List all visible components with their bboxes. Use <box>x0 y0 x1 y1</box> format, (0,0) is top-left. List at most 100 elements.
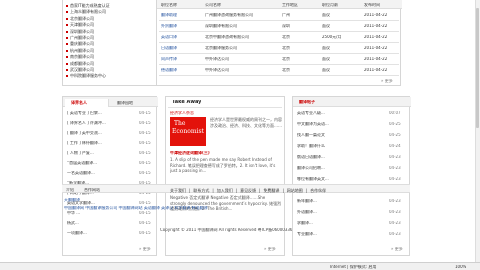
job-cell: 面议 <box>322 68 330 72</box>
list-item[interactable]: 一项翻译... <box>67 231 133 235</box>
list-item-date: 04-15 <box>139 151 151 155</box>
company-list-item[interactable]: 成都翻译公司 <box>66 61 156 66</box>
company-list-item[interactable]: 重庆翻译公司 <box>66 41 156 46</box>
zoom-level[interactable]: 100% <box>455 265 466 269</box>
list-item[interactable]: 杨武... <box>67 221 133 225</box>
company-name: 重庆翻译公司 <box>70 41 94 47</box>
job-cell[interactable]: 中外译达公司 <box>205 57 229 61</box>
table-row-divider <box>159 75 399 76</box>
col-header-position: 职位名称 <box>161 3 177 7</box>
footer-cities[interactable]: 天翻翻译 <box>64 198 80 202</box>
footer-links-bar: 介绍 合作网站 关于我们 | 联系方式 | 加入我们 | 意见反馈 | 免费翻译 | 网站地图 | 合作… <box>62 184 410 193</box>
forum-post-date: 04-23 <box>389 177 401 181</box>
jobs-table: 职位名称 公司名称 工作地区 职位月薪 发布时间 翻译助理 广州翻译咨询服务有限公… <box>156 0 402 86</box>
company-list-item[interactable]: 天津翻译公司 <box>66 22 156 27</box>
left-more-link[interactable]: » 更多 <box>139 247 151 251</box>
list-item[interactable]: [ 工作 ] 林纾翻译... <box>67 141 133 145</box>
job-cell[interactable]: 外贸翻译 <box>161 24 177 28</box>
company-list-item[interactable]: 武汉翻译公司 <box>66 67 156 72</box>
forum-post[interactable]: 中文翻译为英语... <box>297 122 381 126</box>
job-cell[interactable]: 英语口译 <box>161 35 177 39</box>
forum-post-date: 04-23 <box>389 155 401 159</box>
footer-site-links[interactable]: 中国翻译网 中国翻译服务公司 中国翻译网站 英语翻译 英译汉 科学翻译 韩语翻译 <box>64 206 208 210</box>
job-cell[interactable]: 日语翻译 <box>161 46 177 50</box>
list-item[interactable]: [ 人物 ] 严复... <box>67 151 133 155</box>
company-list-item[interactable]: 首家IT能力成熟度认证 <box>66 3 156 8</box>
bullet-icon <box>66 11 68 14</box>
economist-logo: The Economist <box>170 117 206 146</box>
economist-link[interactable]: 经济学人杂志 <box>170 111 194 115</box>
job-cell: 2011-04-22 <box>364 13 388 17</box>
job-cell[interactable]: 北京翻译服务公司 <box>205 46 237 50</box>
forum-post[interactable]: 英语专业八级... <box>297 111 381 115</box>
list-item[interactable]: 中华 ... <box>67 211 133 215</box>
footer-link[interactable]: 意见反馈 <box>240 188 256 193</box>
company-name: 中科院翻译服务中心 <box>70 73 106 79</box>
middle-panel: Take Away 经济学人杂志 The Economist 经济学人是世界最权… <box>165 96 285 256</box>
forum-post-date: 04-23 <box>389 199 401 203</box>
company-list-item[interactable]: 上海众翻译有限公司 <box>66 9 156 14</box>
footer-link[interactable]: 网站地图 <box>287 188 303 193</box>
company-name: 南京翻译公司 <box>70 54 94 60</box>
forum-post[interactable]: 求翻译... <box>297 221 381 225</box>
footer-link[interactable]: 加入我们 <box>217 188 233 193</box>
job-cell: 面议 <box>322 13 330 17</box>
list-item[interactable]: [ 翻译 ] 英中交流... <box>67 131 133 135</box>
job-cell[interactable]: 广州翻译咨询服务有限公司 <box>205 13 253 17</box>
job-cell: 北京 <box>282 46 290 50</box>
scroll-thumb[interactable] <box>476 8 479 128</box>
company-list-item[interactable]: 杭州翻译公司 <box>66 48 156 53</box>
forum-post[interactable]: 找人翻一篇论文 <box>297 133 381 137</box>
job-cell[interactable]: 深圳翻译有限公司 <box>205 24 237 28</box>
list-item[interactable]: “首届英语翻译... <box>67 161 133 165</box>
job-cell: 2500元/月 <box>322 35 342 39</box>
bullet-icon <box>66 5 68 7</box>
forum-post[interactable]: 翻译公司招聘... <box>297 166 381 170</box>
forum-post[interactable]: 求助！翻译什么 <box>297 144 381 148</box>
job-cell: 2011-04-22 <box>364 57 388 61</box>
list-item-date: 04-15 <box>139 221 151 225</box>
company-list-item[interactable]: 北京翻译公司 <box>66 16 156 21</box>
forum-post[interactable]: 专业翻译... <box>297 232 381 236</box>
headline-1[interactable]: 牛津经济逐词翻译(三) <box>170 151 210 155</box>
table-row-divider <box>159 20 399 21</box>
job-cell: 2011-04-22 <box>364 46 388 50</box>
jobs-more-link[interactable]: » 更多 <box>381 79 393 83</box>
company-list-item[interactable]: 中科院翻译服务中心 <box>66 73 156 78</box>
col-header-salary: 职位月薪 <box>322 3 338 7</box>
col-header-date: 发布时间 <box>364 3 380 7</box>
divider: | <box>282 188 284 193</box>
tab-celebrities[interactable]: 译界名人 <box>65 99 109 107</box>
footer-link[interactable]: 合作伙伴 <box>310 188 326 193</box>
bullet-icon <box>66 75 68 78</box>
footer-link[interactable]: 关于我们 <box>170 188 186 193</box>
forum-post[interactable]: 新年翻译... <box>297 199 381 203</box>
right-more-link[interactable]: » 更多 <box>391 247 403 251</box>
forum-post-date: 04-25 <box>389 122 401 126</box>
list-item[interactable]: [ 英语专业 ] 巴黎... <box>67 111 133 115</box>
tab-translation-garden[interactable]: 翻译园地 <box>117 101 133 105</box>
forum-post[interactable]: 俄语日语翻译... <box>297 155 381 159</box>
list-item-date: 04-15 <box>139 231 151 235</box>
job-cell[interactable]: 中外译达公司 <box>205 68 229 72</box>
job-cell[interactable]: 翻译助理 <box>161 13 177 17</box>
forum-post-date: 04-23 <box>389 232 401 236</box>
job-cell[interactable]: 北京中翻译咨询有限公司 <box>205 35 249 39</box>
scrollbar[interactable] <box>475 0 480 262</box>
footer-link[interactable]: 免费翻译 <box>263 188 279 193</box>
job-cell[interactable]: 德语翻译 <box>161 68 177 72</box>
list-item[interactable]: [ 译界名人 ] 许渊冲... <box>67 121 133 125</box>
list-item-date: 04-15 <box>139 201 151 205</box>
forum-post[interactable]: 外语翻译... <box>297 210 381 214</box>
middle-more-link[interactable]: » 更多 <box>264 247 276 251</box>
company-list-item[interactable]: 广州翻译公司 <box>66 35 156 40</box>
list-item[interactable]: 一名英语翻译... <box>67 171 133 175</box>
company-list-item[interactable]: 深圳翻译公司 <box>66 29 156 34</box>
footer-col-intro: 介绍 <box>66 188 74 192</box>
company-list-item[interactable]: 南京翻译公司 <box>66 54 156 59</box>
col-header-area: 工作地区 <box>282 3 298 7</box>
footer-link[interactable]: 联系方式 <box>193 188 209 193</box>
job-cell[interactable]: 同声传译 <box>161 57 177 61</box>
table-row-divider <box>159 64 399 65</box>
forum-post[interactable]: 哪位有翻译英文... <box>297 177 381 181</box>
